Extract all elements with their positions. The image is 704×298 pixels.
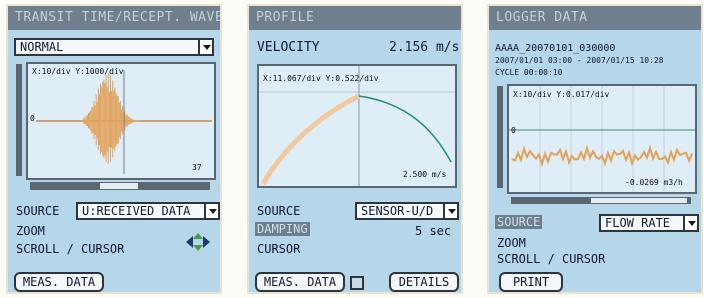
date-range: 2007/01/01 03:00 - 2007/01/15 10:28 <box>495 56 664 65</box>
graph-scale-label: X:10/div Y:0.017/div <box>513 90 610 99</box>
meas-data-button[interactable]: MEAS. DATA <box>255 272 345 292</box>
logger-graph: X:10/div Y:0.017/div 0 -0.0269 m3/h <box>507 84 697 194</box>
zoom-label: ZOOM <box>497 236 526 250</box>
zoom-label: ZOOM <box>16 224 45 238</box>
zero-marker: 0 <box>511 126 516 135</box>
panel-title: PROFILE <box>249 6 461 30</box>
four-way-arrow-icon[interactable] <box>184 232 212 252</box>
scrollbar-thumb[interactable] <box>100 183 138 189</box>
source-value: FLOW RATE <box>605 216 671 230</box>
horizontal-scrollbar[interactable] <box>511 197 691 204</box>
source-select[interactable]: FLOW RATE <box>599 214 699 232</box>
transit-time-panel: TRANSIT TIME/RECEPT. WAVE NORMAL X:10/di… <box>6 4 222 294</box>
profile-panel: PROFILE VELOCITY 2.156 m/s X:11.067/div … <box>247 4 463 294</box>
chevron-down-icon[interactable] <box>683 216 697 230</box>
logger-plot <box>509 86 695 192</box>
source-value: U:RECEIVED DATA <box>82 204 191 218</box>
horizontal-scrollbar[interactable] <box>30 182 210 190</box>
wave-mode-select[interactable]: NORMAL <box>14 38 214 56</box>
profile-curve-right <box>358 95 452 163</box>
source-value: SENSOR-U/D <box>361 204 434 218</box>
details-button[interactable]: DETAILS <box>389 272 459 292</box>
damping-value: 5 sec <box>415 224 452 238</box>
cursor-label: CURSOR <box>257 242 301 256</box>
damping-label[interactable]: DAMPING <box>255 222 310 236</box>
scrollbar-thumb[interactable] <box>591 198 687 203</box>
waveform-graph: X:10/div Y:1000/div 0 37 <box>26 62 216 180</box>
value-readout: 37 <box>192 163 202 172</box>
cycle-label: CYCLE 00:00:10 <box>495 68 563 77</box>
profile-plot <box>259 66 455 186</box>
vertical-scrollbar[interactable] <box>497 86 503 188</box>
waveform-plot <box>36 70 212 174</box>
panel-title: TRANSIT TIME/RECEPT. WAVE <box>8 6 220 30</box>
meas-data-button[interactable]: MEAS. DATA <box>14 272 104 292</box>
velocity-label: VELOCITY <box>257 40 320 55</box>
graph-scale-label: X:10/div Y:1000/div <box>32 67 124 76</box>
velocity-value: 2.156 m/s <box>389 40 460 55</box>
panel-title: LOGGER DATA <box>489 6 701 30</box>
scroll-cursor-label: SCROLL / CURSOR <box>497 252 606 266</box>
value-readout: 2.500 m/s <box>403 170 447 179</box>
source-label[interactable]: SOURCE <box>495 215 543 229</box>
profile-curve-left <box>260 93 361 186</box>
chevron-down-icon[interactable] <box>204 204 218 218</box>
graph-scale-label: X:11.067/div Y:0.522/div <box>263 74 379 83</box>
profile-graph: X:11.067/div Y:0.522/div 2.500 m/s <box>257 64 457 188</box>
source-label: SOURCE <box>257 204 301 218</box>
print-button[interactable]: PRINT <box>499 272 563 292</box>
value-readout: -0.0269 m3/h <box>625 178 683 187</box>
file-name: AAAA_20070101_030000 <box>495 43 616 54</box>
wave-mode-value: NORMAL <box>20 40 64 54</box>
logger-data-panel: LOGGER DATA AAAA_20070101_030000 2007/01… <box>487 4 703 294</box>
chevron-down-icon[interactable] <box>443 204 457 218</box>
source-label: SOURCE <box>16 204 60 218</box>
source-select[interactable]: SENSOR-U/D <box>355 202 459 220</box>
scroll-cursor-label: SCROLL / CURSOR <box>16 242 125 256</box>
zero-marker: 0 <box>30 114 35 123</box>
small-square-icon[interactable] <box>350 276 364 290</box>
chevron-down-icon[interactable] <box>198 40 212 54</box>
vertical-scrollbar[interactable] <box>16 64 22 176</box>
source-select[interactable]: U:RECEIVED DATA <box>76 202 220 220</box>
